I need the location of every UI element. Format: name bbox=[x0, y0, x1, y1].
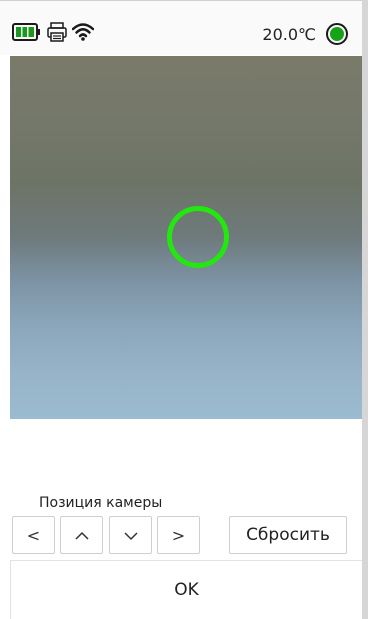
move-down-button[interactable] bbox=[109, 516, 152, 554]
chevron-left-icon: < bbox=[26, 525, 41, 545]
device-screen: 20.0℃ Позиция камеры < > Сбросить OK bbox=[0, 0, 368, 619]
status-indicator bbox=[326, 23, 348, 45]
target-circle bbox=[167, 206, 229, 268]
temperature-readout: 20.0℃ bbox=[262, 25, 316, 44]
wifi-icon bbox=[71, 22, 95, 46]
camera-preview bbox=[10, 56, 362, 419]
chevron-right-icon: > bbox=[171, 525, 186, 545]
camera-position-label: Позиция камеры bbox=[39, 495, 163, 511]
status-icons bbox=[12, 21, 95, 47]
status-bar: 20.0℃ bbox=[0, 0, 362, 55]
move-up-button[interactable] bbox=[60, 516, 103, 554]
chevron-down-icon bbox=[123, 526, 139, 545]
battery-icon bbox=[12, 22, 42, 46]
ok-button[interactable]: OK bbox=[10, 560, 362, 619]
status-indicator-fill bbox=[330, 27, 344, 41]
reset-button[interactable]: Сбросить bbox=[229, 516, 347, 554]
move-right-button[interactable]: > bbox=[157, 516, 200, 554]
chevron-up-icon bbox=[74, 526, 90, 545]
printer-icon bbox=[46, 21, 68, 47]
move-left-button[interactable]: < bbox=[12, 516, 55, 554]
